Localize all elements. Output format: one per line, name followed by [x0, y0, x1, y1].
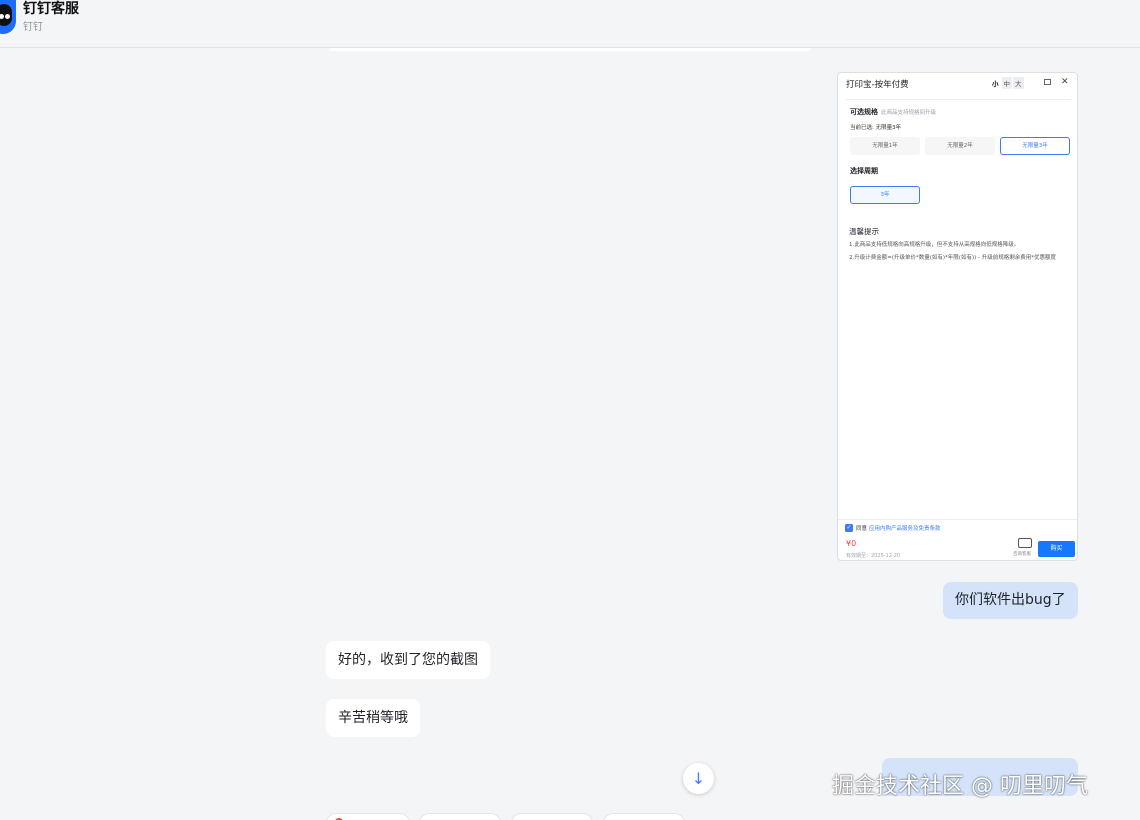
size-option-small: 小	[992, 80, 999, 88]
screenshot-title-divider	[846, 99, 1071, 100]
screenshot-image-message[interactable]: 打印宝-按年付费 小 中 大 ✕ 可选规格 此商品支持规格间升级 当前已选: 无限…	[837, 72, 1078, 561]
expire-date: 有效期至：2025-12-20	[846, 553, 901, 559]
price: ¥0	[846, 539, 857, 548]
chat-header: 钉钉客服 钉钉	[0, 0, 1140, 48]
period-option-3year: 3年	[850, 186, 920, 204]
period-section-title: 选择周期	[850, 167, 878, 175]
tip-item: 2.升级计费金额=(升级单价*数量(如有)*年限(如有)) - 升级前规格剩余费…	[849, 255, 1056, 261]
quick-reply-chip[interactable]	[419, 813, 501, 820]
message-bubble-agent[interactable]: 好的，收到了您的截图	[326, 641, 490, 679]
avatar-face-icon	[0, 4, 12, 26]
customer-service-label: 咨询客服	[1013, 552, 1031, 557]
scroll-to-bottom-button[interactable]: ↓	[683, 763, 714, 794]
chat-subtitle: 钉钉	[23, 22, 43, 33]
current-selection: 当前已选: 无限量3年	[850, 125, 902, 131]
quick-reply-chip[interactable]	[326, 813, 410, 820]
avatar-eye-icon	[0, 14, 4, 19]
customer-service-icon	[1018, 538, 1032, 548]
screenshot-size-switch: 小 中 大	[990, 77, 1024, 89]
spec-note: 此商品支持规格间升级	[881, 110, 937, 116]
screenshot-window-title: 打印宝-按年付费	[846, 80, 909, 90]
maximize-icon	[1044, 79, 1051, 85]
tip-item: 1.此商品支持低规格向高规格升级，但不支持从高规格向低规格降级。	[849, 242, 1020, 248]
screenshot-window-controls: ✕	[1041, 76, 1075, 88]
spec-option-2year: 无限量2年	[925, 137, 995, 155]
avatar[interactable]	[0, 0, 16, 34]
chat-title[interactable]: 钉钉客服	[23, 0, 79, 18]
size-option-medium: 中	[1001, 77, 1012, 89]
watermark: 掘金技术社区 @ 叨里叨气	[832, 774, 1088, 799]
tips-title: 温馨提示	[849, 227, 879, 236]
screenshot-footer-divider	[838, 519, 1077, 520]
size-option-large: 大	[1013, 77, 1024, 89]
close-icon: ✕	[1061, 77, 1069, 87]
spec-title-text: 可选规格	[850, 108, 878, 116]
agree-label: 同意	[856, 526, 868, 532]
spec-option-3year: 无限量3年	[1000, 137, 1070, 155]
history-divider	[330, 48, 810, 51]
checkbox-checked-icon: ✓	[845, 524, 853, 532]
message-bubble-me[interactable]: 你们软件出bug了	[943, 582, 1078, 619]
quick-reply-chip[interactable]	[511, 813, 593, 820]
terms-link: 应用内购产品服务及免责条款	[869, 526, 941, 532]
agree-terms: ✓ 同意 应用内购产品服务及免责条款	[845, 524, 941, 532]
buy-button: 购买	[1038, 541, 1075, 557]
spec-section-title: 可选规格 此商品支持规格间升级	[850, 107, 936, 117]
message-bubble-agent[interactable]: 辛苦稍等哦	[326, 699, 420, 737]
avatar-eye-icon	[5, 14, 10, 19]
spec-option-1year: 无限量1年	[850, 137, 920, 155]
quick-reply-chip[interactable]	[603, 813, 685, 820]
